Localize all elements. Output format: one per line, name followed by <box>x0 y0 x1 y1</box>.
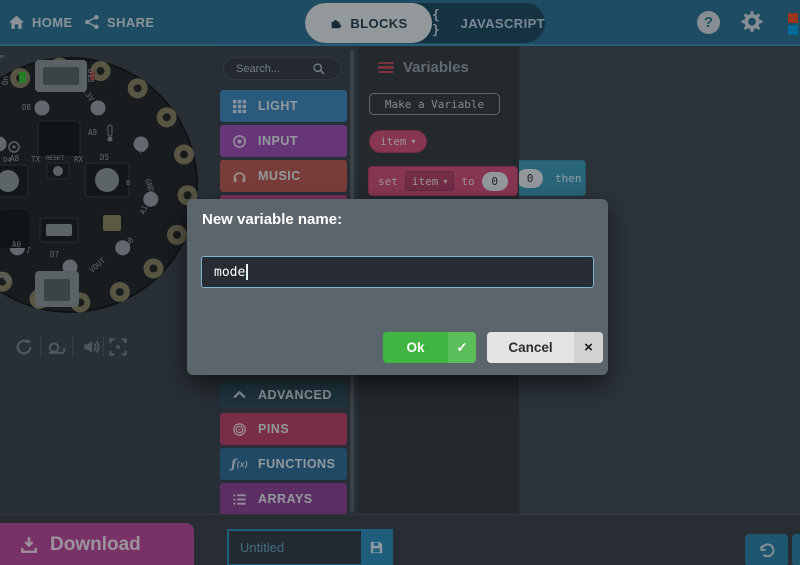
new-variable-dialog: New variable name: mode Ok ✓ Cancel × <box>187 199 608 375</box>
ok-button[interactable]: Ok ✓ <box>383 332 476 363</box>
ok-label: Ok <box>383 332 448 363</box>
checkmark-icon: ✓ <box>448 332 476 363</box>
dialog-title: New variable name: <box>202 211 342 228</box>
variable-name-value: mode <box>214 265 245 280</box>
cancel-label: Cancel <box>487 332 574 363</box>
variable-name-input[interactable]: mode <box>201 256 594 288</box>
close-x-icon: × <box>574 332 603 363</box>
cancel-button[interactable]: Cancel × <box>487 332 603 363</box>
makecode-editor: On D8 A8 A9 D4 TX RESET RX D5 B A0 ♪ D7 … <box>0 0 800 565</box>
text-caret <box>246 264 248 280</box>
